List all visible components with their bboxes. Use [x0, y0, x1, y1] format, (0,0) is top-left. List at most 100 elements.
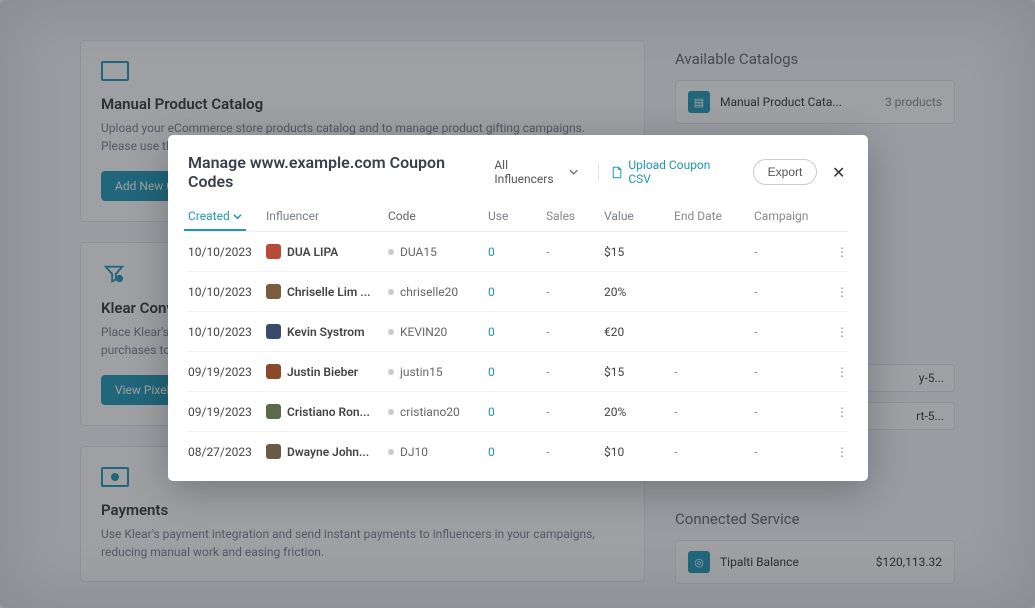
cell-end: -: [674, 365, 754, 379]
cell-code: cristiano20: [388, 405, 488, 419]
cell-sales: -: [546, 285, 604, 299]
cell-created: 10/10/2023: [188, 245, 266, 259]
code-text: cristiano20: [400, 405, 460, 419]
cell-created: 09/19/2023: [188, 365, 266, 379]
cell-influencer[interactable]: Chriselle Lim ...: [266, 284, 388, 299]
cell-use[interactable]: 0: [488, 245, 546, 259]
row-actions[interactable]: ⋮: [814, 365, 848, 379]
influencer-name: Justin Bieber: [287, 365, 358, 379]
export-button[interactable]: Export: [753, 159, 818, 185]
avatar: [266, 324, 281, 339]
cell-code: KEVIN20: [388, 325, 488, 339]
cell-end: -: [674, 405, 754, 419]
upload-csv-link[interactable]: Upload Coupon CSV: [611, 158, 728, 186]
cell-value: $15: [604, 365, 674, 379]
cell-sales: -: [546, 445, 604, 459]
code-text: DJ10: [400, 445, 428, 459]
upload-label: Upload Coupon CSV: [628, 158, 728, 186]
row-actions[interactable]: ⋮: [814, 245, 848, 259]
col-value[interactable]: Value: [604, 209, 674, 223]
cell-influencer[interactable]: Justin Bieber: [266, 364, 388, 379]
avatar: [266, 244, 281, 259]
cell-sales: -: [546, 325, 604, 339]
cell-value: €20: [604, 325, 674, 339]
cell-created: 10/10/2023: [188, 285, 266, 299]
cell-use[interactable]: 0: [488, 405, 546, 419]
cell-campaign: -: [754, 365, 814, 379]
modal-header: Manage www.example.com Coupon Codes All …: [168, 135, 868, 199]
coupon-table: Created Influencer Code Use Sales Value …: [168, 199, 868, 481]
col-campaign[interactable]: Campaign: [754, 209, 814, 223]
col-code[interactable]: Code: [388, 209, 488, 223]
cell-influencer[interactable]: DUA LIPA: [266, 244, 388, 259]
code-text: justin15: [400, 365, 443, 379]
cell-created: 10/10/2023: [188, 325, 266, 339]
table-row: 09/19/2023Justin Bieberjustin150-$15--⋮: [188, 352, 848, 392]
cell-code: justin15: [388, 365, 488, 379]
file-icon: [611, 166, 623, 179]
cell-use[interactable]: 0: [488, 325, 546, 339]
cell-value: $10: [604, 445, 674, 459]
cell-influencer[interactable]: Dwayne John...: [266, 444, 388, 459]
code-text: DUA15: [400, 245, 437, 259]
cell-sales: -: [546, 405, 604, 419]
cell-code: DJ10: [388, 445, 488, 459]
influencer-name: Dwayne John...: [287, 445, 369, 459]
cell-created: 08/27/2023: [188, 445, 266, 459]
cell-code: DUA15: [388, 245, 488, 259]
cell-campaign: -: [754, 405, 814, 419]
cell-sales: -: [546, 365, 604, 379]
status-dot: [388, 289, 394, 295]
close-icon[interactable]: ✕: [829, 163, 848, 182]
influencer-name: DUA LIPA: [287, 245, 338, 259]
table-row: 10/10/2023Chriselle Lim ...chriselle200-…: [188, 272, 848, 312]
influencer-name: Chriselle Lim ...: [287, 285, 371, 299]
influencer-filter[interactable]: All Influencers: [486, 154, 586, 190]
cell-sales: -: [546, 245, 604, 259]
row-actions[interactable]: ⋮: [814, 405, 848, 419]
code-text: KEVIN20: [400, 325, 447, 339]
cell-created: 09/19/2023: [188, 405, 266, 419]
table-header: Created Influencer Code Use Sales Value …: [188, 199, 848, 231]
col-sales[interactable]: Sales: [546, 209, 604, 223]
cell-value: 20%: [604, 285, 674, 299]
cell-influencer[interactable]: Cristiano Ron...: [266, 404, 388, 419]
cell-code: chriselle20: [388, 285, 488, 299]
cell-use[interactable]: 0: [488, 365, 546, 379]
status-dot: [388, 329, 394, 335]
col-influencer[interactable]: Influencer: [266, 209, 388, 223]
status-dot: [388, 409, 394, 415]
code-text: chriselle20: [400, 285, 458, 299]
modal-title: Manage www.example.com Coupon Codes: [188, 153, 474, 191]
row-actions[interactable]: ⋮: [814, 325, 848, 339]
col-end[interactable]: End Date: [674, 209, 754, 223]
avatar: [266, 284, 281, 299]
table-row: 10/10/2023Kevin SystromKEVIN200-€20-⋮: [188, 312, 848, 352]
status-dot: [388, 249, 394, 255]
chevron-down-icon: [233, 212, 242, 221]
cell-influencer[interactable]: Kevin Systrom: [266, 324, 388, 339]
chevron-down-icon: [569, 167, 578, 177]
cell-value: $15: [604, 245, 674, 259]
table-row: 10/10/2023DUA LIPADUA150-$15-⋮: [188, 232, 848, 272]
divider: [598, 163, 599, 181]
table-row: 09/19/2023Cristiano Ron...cristiano200-2…: [188, 392, 848, 432]
avatar: [266, 404, 281, 419]
filter-label: All Influencers: [494, 158, 565, 186]
col-created[interactable]: Created: [188, 209, 266, 223]
cell-use[interactable]: 0: [488, 445, 546, 459]
col-use[interactable]: Use: [488, 209, 546, 223]
coupon-modal: Manage www.example.com Coupon Codes All …: [168, 135, 868, 481]
table-row: 08/27/2023Dwayne John...DJ100-$10--⋮: [188, 432, 848, 471]
cell-campaign: -: [754, 285, 814, 299]
row-actions[interactable]: ⋮: [814, 285, 848, 299]
avatar: [266, 364, 281, 379]
cell-campaign: -: [754, 245, 814, 259]
cell-end: -: [674, 445, 754, 459]
cell-campaign: -: [754, 445, 814, 459]
status-dot: [388, 449, 394, 455]
row-actions[interactable]: ⋮: [814, 445, 848, 459]
avatar: [266, 444, 281, 459]
influencer-name: Cristiano Ron...: [287, 405, 370, 419]
cell-use[interactable]: 0: [488, 285, 546, 299]
